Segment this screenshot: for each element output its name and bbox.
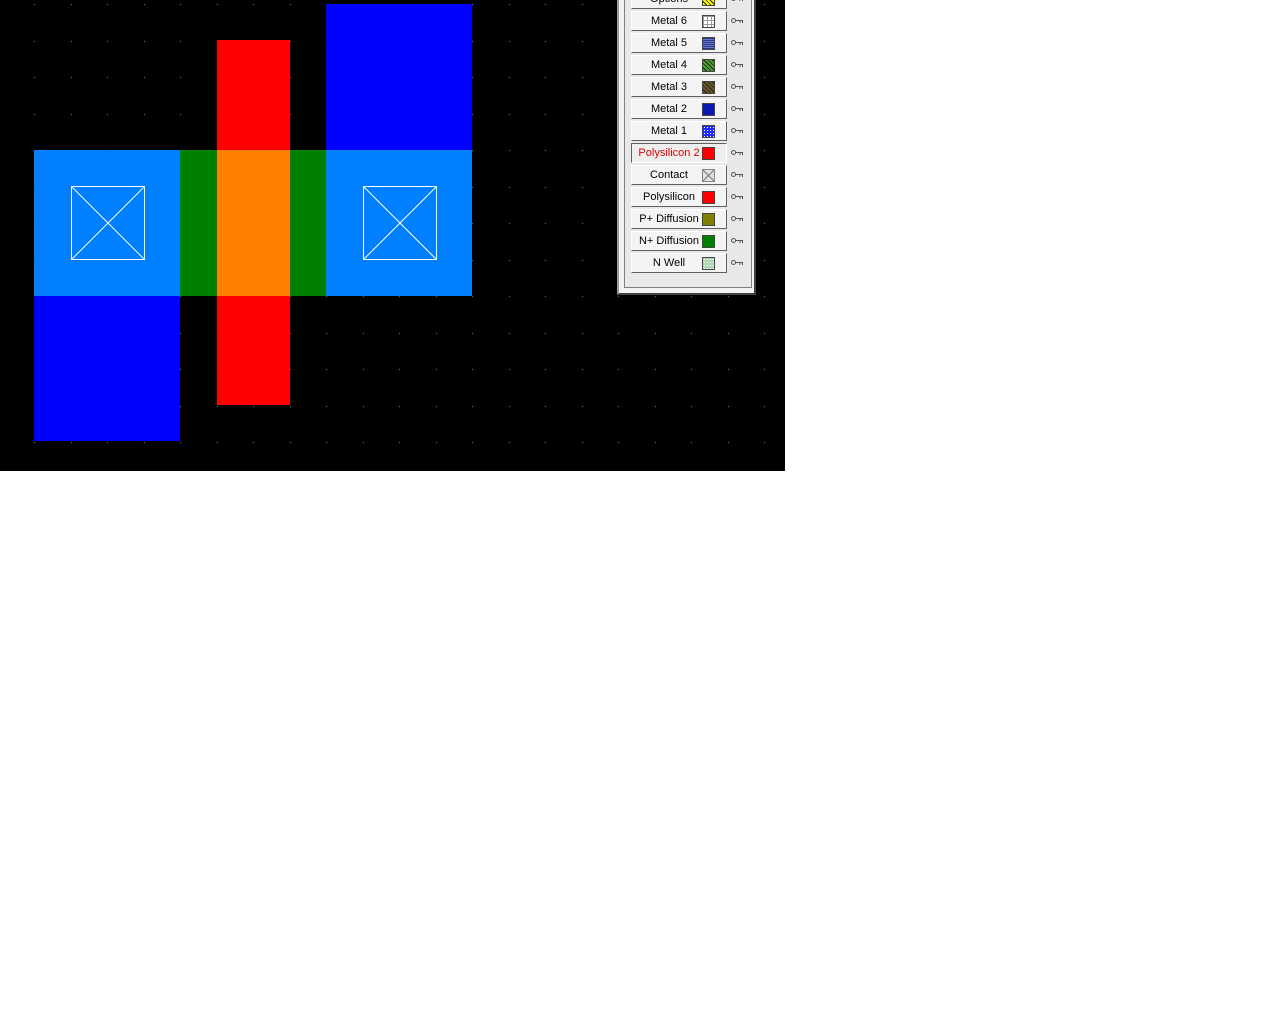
n-diffusion-solid-icon	[702, 235, 715, 248]
layer-button-n-well[interactable]: N Well	[631, 253, 727, 273]
polysilicon-solid-icon	[702, 191, 715, 204]
layer-label: Metal 3	[650, 81, 688, 93]
key-lock-icon[interactable]	[731, 105, 745, 113]
key-lock-icon[interactable]	[731, 215, 745, 223]
key-lock-icon[interactable]	[731, 127, 745, 135]
layer-button-metal-2[interactable]: Metal 2	[631, 99, 727, 119]
layer-label: Metal 4	[650, 59, 688, 71]
key-lock-icon[interactable]	[731, 237, 745, 245]
metal1-rect-top-right[interactable]	[326, 4, 472, 150]
layer-label: Polysilicon	[643, 191, 695, 203]
key-lock-icon[interactable]	[731, 149, 745, 157]
layer-button-metal-1[interactable]: Metal 1	[631, 121, 727, 141]
options-crosshatch-icon	[702, 0, 715, 6]
metal5-stripe-pattern-icon	[702, 37, 715, 50]
layer-button-contact[interactable]: Contact	[631, 165, 727, 185]
layer-button-metal-6[interactable]: Metal 6	[631, 11, 727, 31]
key-lock-icon[interactable]	[731, 83, 745, 91]
key-lock-icon[interactable]	[731, 0, 745, 3]
key-lock-icon[interactable]	[731, 193, 745, 201]
metal1-dot-pattern-icon	[702, 125, 715, 138]
layer-label: Metal 6	[650, 15, 688, 27]
layer-label: N Well	[652, 257, 686, 269]
layer-button-metal-3[interactable]: Metal 3	[631, 77, 727, 97]
layer-label: Metal 5	[650, 37, 688, 49]
metal4-hatch-pattern-icon	[702, 59, 715, 72]
contact-x-icon	[702, 169, 715, 182]
layer-label: Options	[632, 0, 706, 5]
key-lock-icon[interactable]	[731, 39, 745, 47]
key-lock-icon[interactable]	[731, 259, 745, 267]
metal3-hatch-pattern-icon	[702, 81, 715, 94]
layer-button-metal-4[interactable]: Metal 4	[631, 55, 727, 75]
key-lock-icon[interactable]	[731, 17, 745, 25]
layer-button-nplus-diffusion[interactable]: N+ Diffusion	[631, 231, 727, 251]
layer-button-options[interactable]: Options	[631, 0, 727, 9]
layer-button-polysilicon[interactable]: Polysilicon	[631, 187, 727, 207]
key-lock-icon[interactable]	[731, 61, 745, 69]
metal6-grid-pattern-icon	[702, 15, 715, 28]
metal1-rect-bottom-left[interactable]	[34, 296, 180, 441]
layer-button-pplus-diffusion[interactable]: P+ Diffusion	[631, 209, 727, 229]
layer-button-polysilicon-2[interactable]: Polysilicon 2	[631, 143, 727, 163]
p-diffusion-solid-icon	[702, 213, 715, 226]
layer-button-metal-5[interactable]: Metal 5	[631, 33, 727, 53]
nwell-dot-pattern-icon	[702, 257, 715, 270]
layer-label: P+ Diffusion	[639, 213, 699, 225]
layer-palette: Options Metal 6 Metal 5 Metal 4 Metal 3 Metal…	[617, 0, 756, 295]
layer-label: Contact	[650, 169, 688, 181]
contact-left[interactable]	[71, 186, 145, 260]
contact-right[interactable]	[363, 186, 437, 260]
layer-label: Metal 2	[650, 103, 688, 115]
transistor-channel[interactable]	[217, 150, 290, 296]
layer-label: N+ Diffusion	[638, 235, 700, 247]
polysilicon2-solid-icon	[702, 147, 715, 160]
layer-label: Metal 1	[650, 125, 688, 137]
metal2-solid-icon	[702, 103, 715, 116]
layer-palette-frame: Options Metal 6 Metal 5 Metal 4 Metal 3 Metal…	[624, 0, 752, 288]
key-lock-icon[interactable]	[731, 171, 745, 179]
layer-label: Polysilicon 2	[638, 147, 700, 159]
